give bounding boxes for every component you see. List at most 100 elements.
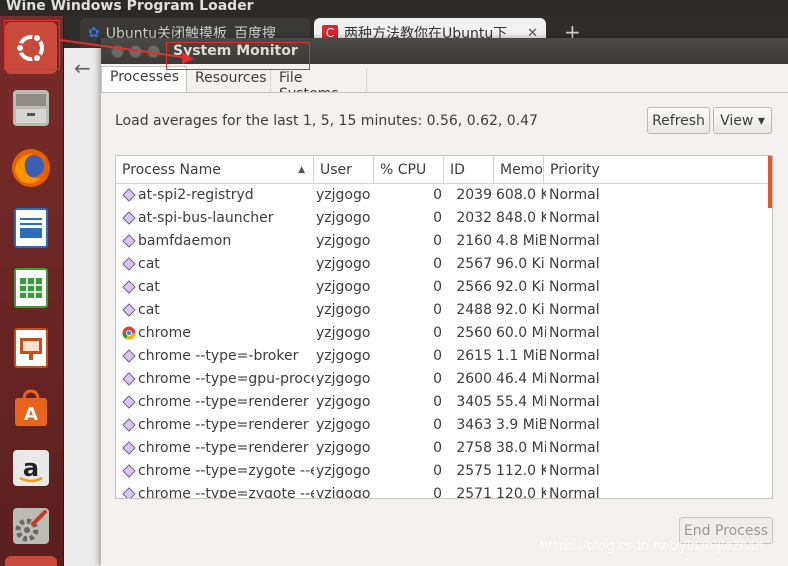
tab-file-systems[interactable]: File Systems xyxy=(271,68,367,102)
cell-priority: Normal xyxy=(549,417,600,433)
cell-user: yzjgogo xyxy=(316,279,371,295)
launcher-item-impress[interactable] xyxy=(5,322,57,374)
launcher-item-writer[interactable] xyxy=(5,202,57,254)
cell-cpu: 0 xyxy=(433,348,442,364)
table-row[interactable]: chrome --type=-broker yzjgogo 0 2615 1.1 MiB… xyxy=(116,345,772,368)
process-diamond-icon xyxy=(122,234,136,248)
table-row[interactable]: bamfdaemon yzjgogo 0 2160 4.8 MiB Normal xyxy=(116,230,772,253)
process-name-text: cat xyxy=(138,256,160,272)
column-cpu[interactable]: % CPU xyxy=(374,156,444,184)
column-memory[interactable]: Memo xyxy=(494,156,544,184)
launcher-item-settings[interactable] xyxy=(5,500,57,552)
cell-process-name: bamfdaemon xyxy=(118,230,314,253)
cell-user: yzjgogo xyxy=(316,463,371,479)
column-id[interactable]: ID xyxy=(444,156,494,184)
launcher-item-software[interactable]: A xyxy=(5,382,57,434)
table-row[interactable]: chrome --type=renderer --f yzjgogo 0 3463 3.… xyxy=(116,414,772,437)
calc-icon xyxy=(14,268,48,308)
svg-text:a: a xyxy=(23,454,39,482)
tab-processes[interactable]: Processes xyxy=(101,66,187,93)
cell-memory: 4.8 MiB xyxy=(496,233,546,249)
cell-id: 2758 xyxy=(456,440,492,456)
top-panel-title: Wine Windows Program Loader xyxy=(6,0,254,14)
process-name-text: chrome --type=gpu-proces xyxy=(138,371,314,387)
view-menu-button[interactable]: View ▾ xyxy=(713,107,772,134)
tab-resources[interactable]: Resources xyxy=(187,68,271,92)
table-row[interactable]: chrome --type=zygote --enayzjgogo 0 2571 12… xyxy=(116,483,772,499)
watermark: https://blog.csdn.net/yinzhijiezhan xyxy=(540,539,764,554)
process-name-text: cat xyxy=(138,302,160,318)
minimize-window-button[interactable] xyxy=(129,45,142,58)
process-name-text: chrome --type=-broker xyxy=(138,348,299,364)
table-row[interactable]: chrome --type=renderer --f yzjgogo 0 2758 38… xyxy=(116,437,772,460)
cell-memory: 55.4 Mi xyxy=(496,394,546,410)
cell-memory: 1.1 MiB xyxy=(496,348,546,364)
launcher-item-files[interactable] xyxy=(5,82,57,134)
firefox-icon xyxy=(12,149,50,187)
cell-user: yzjgogo xyxy=(316,233,371,249)
cell-process-name: chrome --type=-broker xyxy=(118,345,314,368)
process-name-text: chrome xyxy=(138,325,191,341)
table-row[interactable]: at-spi-bus-launcher yzjgogo 0 2032 848.0 K No… xyxy=(116,207,772,230)
launcher-item-partial[interactable] xyxy=(5,556,57,566)
launcher-item-firefox[interactable] xyxy=(5,142,57,194)
cell-id: 2575 xyxy=(456,463,492,479)
cell-memory: 92.0 Ki xyxy=(496,302,545,318)
table-header: Process Name ▲ User % CPU ID Memo Priori… xyxy=(116,156,772,184)
cell-priority: Normal xyxy=(549,302,600,318)
column-priority[interactable]: Priority xyxy=(544,156,772,184)
cell-process-name: chrome xyxy=(118,322,314,345)
table-scrollbar[interactable] xyxy=(768,156,772,208)
column-label: Process Name xyxy=(122,162,221,178)
table-row[interactable]: cat yzjgogo 0 2567 96.0 Ki Normal xyxy=(116,253,772,276)
back-arrow-icon[interactable]: ← xyxy=(74,56,100,82)
processes-panel: Load averages for the last 1, 5, 15 minu… xyxy=(101,92,788,566)
cell-process-name: cat xyxy=(118,253,314,276)
process-diamond-icon xyxy=(122,349,136,363)
table-row[interactable]: cat yzjgogo 0 2566 92.0 Ki Normal xyxy=(116,276,772,299)
cell-id: 3405 xyxy=(456,394,492,410)
chrome-icon xyxy=(122,326,136,340)
cell-cpu: 0 xyxy=(433,440,442,456)
cell-memory: 60.0 Mi xyxy=(496,325,546,341)
table-row[interactable]: chrome --type=gpu-proces yzjgogo 0 2600 46.4… xyxy=(116,368,772,391)
baidu-paw-icon: ✿ xyxy=(88,25,100,41)
refresh-button[interactable]: Refresh xyxy=(647,107,710,134)
cell-cpu: 0 xyxy=(433,233,442,249)
table-row[interactable]: at-spi2-registryd yzjgogo 0 2039 608.0 K Norm… xyxy=(116,184,772,207)
cell-cpu: 0 xyxy=(433,302,442,318)
column-process-name[interactable]: Process Name ▲ xyxy=(116,156,314,184)
launcher-item-calc[interactable] xyxy=(5,262,57,314)
cell-process-name: chrome --type=renderer --f xyxy=(118,414,314,437)
cell-priority: Normal xyxy=(549,463,600,479)
cell-process-name: cat xyxy=(118,276,314,299)
maximize-window-button[interactable] xyxy=(147,45,160,58)
table-row[interactable]: chrome --type=zygote --enayzjgogo 0 257511… xyxy=(116,460,772,483)
cell-cpu: 0 xyxy=(433,394,442,410)
table-row[interactable]: chrome --type=renderer --f yzjgogo 0 3405 55… xyxy=(116,391,772,414)
sort-ascending-icon: ▲ xyxy=(298,165,305,175)
table-row[interactable]: cat yzjgogo 0 2488 92.0 Ki Normal xyxy=(116,299,772,322)
cell-cpu: 0 xyxy=(433,256,442,272)
cell-process-name: chrome --type=zygote --ena xyxy=(118,483,314,499)
cell-id: 2560 xyxy=(456,325,492,341)
process-diamond-icon xyxy=(122,211,136,225)
cell-id: 2615 xyxy=(456,348,492,364)
cell-process-name: chrome --type=zygote --ena xyxy=(118,460,314,483)
process-diamond-icon xyxy=(122,441,136,455)
process-name-text: chrome --type=zygote --ena xyxy=(138,486,314,499)
cell-priority: Normal xyxy=(549,440,600,456)
cell-process-name: chrome --type=renderer --f xyxy=(118,391,314,414)
process-name-text: chrome --type=renderer --f xyxy=(138,417,314,433)
files-icon xyxy=(13,90,49,126)
close-window-button[interactable] xyxy=(111,45,124,58)
launcher-item-amazon[interactable]: a xyxy=(5,442,57,494)
process-name-text: chrome --type=renderer --f xyxy=(138,394,314,410)
cell-memory: 46.4 Mi xyxy=(496,371,546,387)
cell-memory: 3.9 MiB xyxy=(496,417,546,433)
table-row[interactable]: chrome yzjgogo 0 2560 60.0 Mi Normal xyxy=(116,322,772,345)
cell-id: 2600 xyxy=(456,371,492,387)
load-averages-text: Load averages for the last 1, 5, 15 minu… xyxy=(115,113,538,129)
column-user[interactable]: User xyxy=(314,156,374,184)
cell-id: 2488 xyxy=(456,302,492,318)
